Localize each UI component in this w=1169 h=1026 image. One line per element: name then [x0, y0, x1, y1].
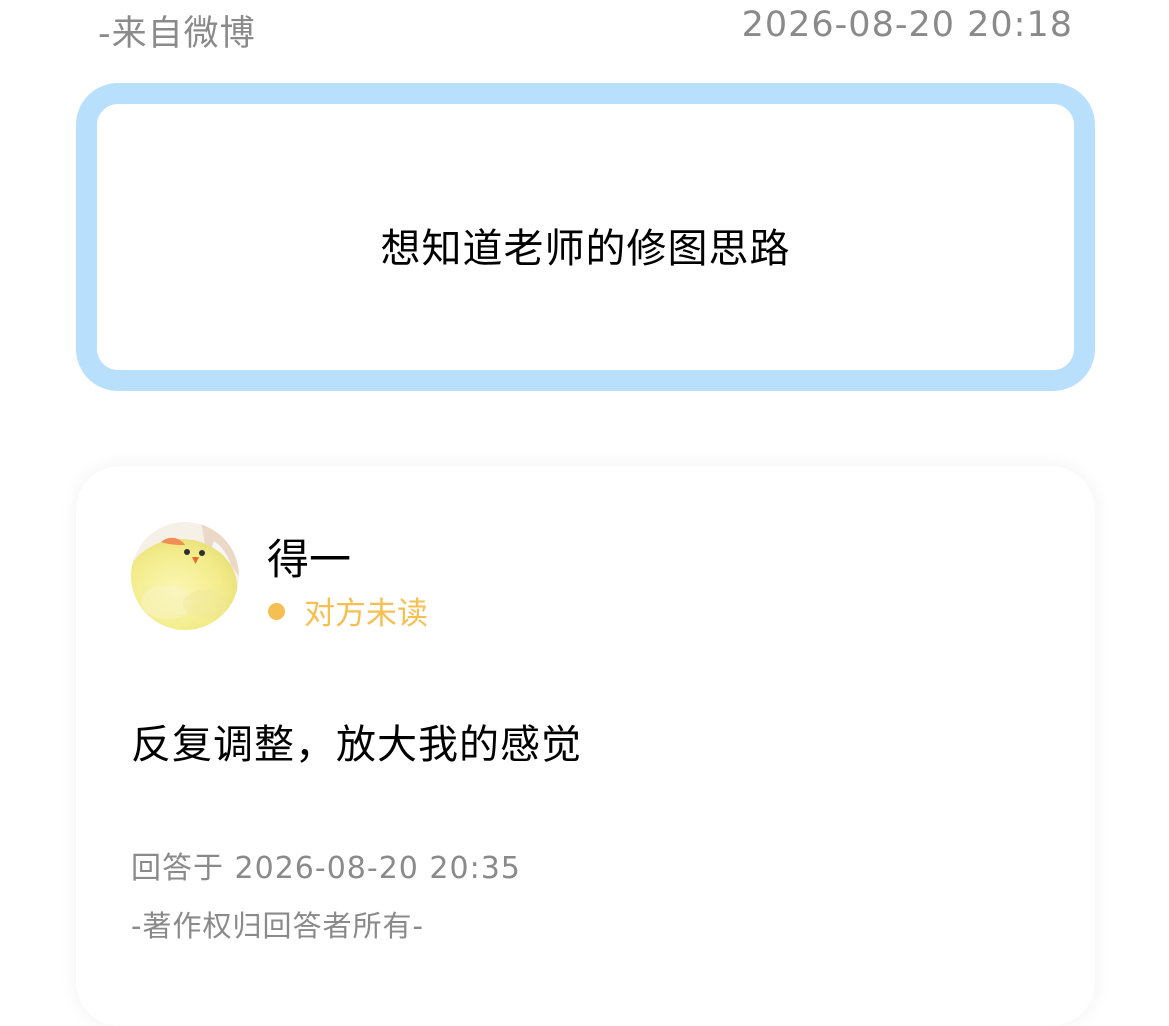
read-status-text: 对方未读: [304, 596, 428, 632]
yellow-chick-plush-avatar-icon: [131, 522, 239, 630]
copyright-notice: -著作权归回答者所有-: [131, 909, 424, 943]
question-meta-row: -来自微博 2026-08-20 20:18: [98, 0, 1073, 58]
answerer-name[interactable]: 得一: [267, 526, 351, 587]
question-timestamp: 2026-08-20 20:18: [741, 5, 1073, 45]
question-source: -来自微博: [98, 14, 256, 54]
unread-status-dot-icon: [268, 603, 285, 620]
answerer-avatar[interactable]: [131, 522, 239, 630]
answer-timestamp: 回答于 2026-08-20 20:35: [131, 851, 521, 886]
answer-card: 得一 对方未读 反复调整，放大我的感觉 回答于 2026-08-20 20:35…: [76, 466, 1095, 1026]
answer-text: 反复调整，放大我的感觉: [131, 722, 582, 768]
question-card: 想知道老师的修图思路: [76, 83, 1095, 391]
question-text: 想知道老师的修图思路: [380, 226, 791, 272]
